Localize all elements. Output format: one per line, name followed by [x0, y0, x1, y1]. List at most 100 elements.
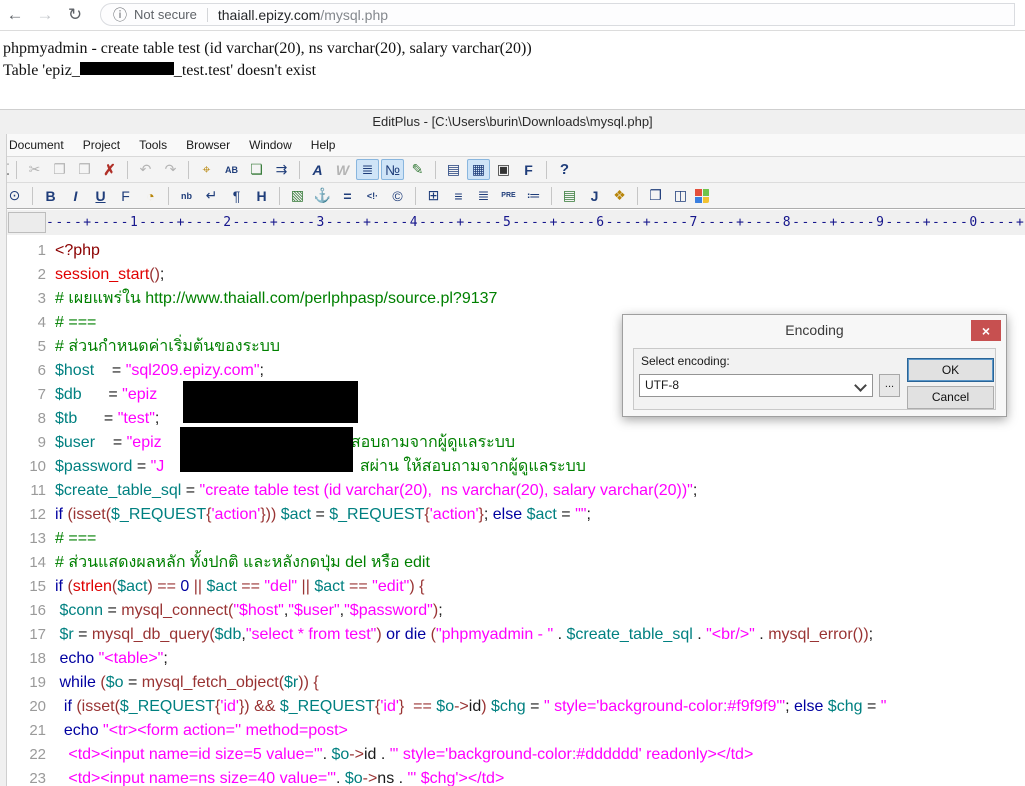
page-line-2: Table 'epiz_ _test.test' doesn't exist	[3, 62, 317, 79]
code-line[interactable]: 19 while ($o = mysql_fetch_object($r)) {	[0, 671, 1025, 695]
code-line[interactable]: 2 session_start();	[0, 263, 1025, 287]
info-icon[interactable]: ⓘ	[113, 5, 127, 25]
word-wrap-icon[interactable]: ≣	[356, 159, 379, 180]
font-tag-icon[interactable]: F	[114, 185, 137, 206]
code-line[interactable]: 17 $r = mysql_db_query($db,"select * fro…	[0, 623, 1025, 647]
object-icon[interactable]: ❖	[608, 185, 631, 206]
menu-browser[interactable]: Browser	[184, 136, 232, 154]
tile-window-icon[interactable]: ◫	[669, 185, 692, 206]
menu-help[interactable]: Help	[309, 136, 338, 154]
cut-icon[interactable]: ✂	[23, 159, 46, 180]
find-icon[interactable]: ⌖	[195, 159, 218, 180]
datetime-icon[interactable]: ◔	[139, 185, 162, 206]
bold-icon[interactable]: B	[39, 185, 62, 206]
line-number-icon[interactable]: №	[381, 159, 404, 180]
reload-icon[interactable]: ↻	[60, 2, 90, 28]
windows-logo-icon[interactable]	[694, 188, 709, 203]
line-break-icon[interactable]: ↵	[200, 185, 223, 206]
comment-icon[interactable]: <!·	[361, 185, 384, 206]
image-icon[interactable]: ▧	[286, 185, 309, 206]
code-line[interactable]: 23 <td><input name=ns size=40 value='". …	[0, 767, 1025, 786]
underline-icon[interactable]: U	[89, 185, 112, 206]
menu-window[interactable]: Window	[247, 136, 294, 154]
code-line[interactable]: 10 $password = "J สผ่าน ให้สอบถามจากผู้ดู…	[0, 455, 1025, 479]
copy-icon[interactable]: ❐	[48, 159, 71, 180]
font-icon[interactable]: A	[306, 159, 329, 180]
new-window-icon[interactable]: ❐	[644, 185, 667, 206]
undo-icon[interactable]: ↶	[134, 159, 157, 180]
chevron-down-icon	[854, 379, 867, 392]
browser-toolbar: ← → ↻ ⓘ Not secure thaiall.epizy.com/mys…	[0, 0, 1025, 31]
toolbar-separator	[546, 160, 547, 179]
line-number: 18	[29, 650, 46, 667]
code-line[interactable]: 21 echo "<tr><form action='' method=post…	[0, 719, 1025, 743]
context-help-icon[interactable]: ?	[553, 159, 576, 180]
line-number: 17	[29, 626, 46, 643]
code-line[interactable]: 9 $user = "epiz ช้ ให้สอบถามจากผู้ดูแลระบ…	[0, 431, 1025, 455]
code-line[interactable]: 12 if (isset($_REQUEST{'action'})) $act =…	[0, 503, 1025, 527]
table-icon[interactable]: ⊞	[422, 185, 445, 206]
find-in-files-icon[interactable]: ❏	[245, 159, 268, 180]
pre-icon[interactable]: PRE	[497, 185, 520, 206]
code-line[interactable]: 13 # ===	[0, 527, 1025, 551]
watch-icon[interactable]: W	[331, 159, 354, 180]
dialog-title: Encoding	[785, 322, 844, 338]
code-line[interactable]: 15 if (strlen($act) == 0 || $act == "del"…	[0, 575, 1025, 599]
redaction-box	[79, 62, 174, 75]
code-line[interactable]: 14 # ส่วนแสดงผลหลัก ทั้งปกติ และหลังกดปุ่…	[0, 551, 1025, 575]
ok-button[interactable]: OK	[907, 358, 994, 382]
code-line[interactable]: 1 <?php	[0, 239, 1025, 263]
line-number: 16	[29, 602, 46, 619]
code-line[interactable]: 11 $create_table_sql = "create table test…	[0, 479, 1025, 503]
align-center-icon[interactable]: ≡	[447, 185, 470, 206]
toolbar-row-1: ❏✂❐❒✗↶↷⌖AB❏⇉AW≣№✎▤▦▣F?	[0, 157, 1025, 183]
paragraph-icon[interactable]: ¶	[225, 185, 248, 206]
line-number: 9	[37, 434, 46, 451]
replace-icon[interactable]: AB	[220, 159, 243, 180]
line-number: 19	[29, 674, 46, 691]
page-line-1: phpmyadmin - create table test (id varch…	[3, 40, 532, 57]
nbsp-icon[interactable]: nb	[175, 185, 198, 206]
close-icon[interactable]: ×	[971, 320, 1001, 341]
code-line[interactable]: 16 $conn = mysql_connect("$host","$user"…	[0, 599, 1025, 623]
menu-document[interactable]: Document	[7, 136, 66, 154]
encoding-dialog: Encoding × Select encoding: UTF-8 ... OK…	[622, 314, 1007, 417]
hr-icon[interactable]: =	[336, 185, 359, 206]
menu-tools[interactable]: Tools	[137, 136, 169, 154]
delete-icon[interactable]: ✗	[98, 159, 121, 180]
encoding-dropdown[interactable]: UTF-8	[639, 374, 873, 397]
code-line[interactable]: 3 # เผยแพร่ใน http://www.thaiall.com/perl…	[0, 287, 1025, 311]
back-icon[interactable]: ←	[0, 2, 30, 28]
url-path: /mysql.php	[320, 6, 389, 23]
form-icon[interactable]: ▤	[558, 185, 581, 206]
function-list-icon[interactable]: F	[517, 159, 540, 180]
toolbar-separator	[299, 160, 300, 179]
code-line[interactable]: 22 <td><input name=id size=5 value='". $…	[0, 743, 1025, 767]
code-line[interactable]: 18 echo "<table>";	[0, 647, 1025, 671]
side-panel-icon[interactable]: ▦	[467, 159, 490, 180]
align-right-icon[interactable]: ≣	[472, 185, 495, 206]
line-number: 7	[37, 386, 46, 403]
cancel-button[interactable]: Cancel	[907, 386, 994, 409]
code-line[interactable]: 20 if (isset($_REQUEST{'id'}) && $_REQUE…	[0, 695, 1025, 719]
line-number: 2	[37, 266, 46, 283]
goto-line-icon[interactable]: ⇉	[270, 159, 293, 180]
italic-icon[interactable]: I	[64, 185, 87, 206]
javascript-icon[interactable]: J	[583, 185, 606, 206]
toolbar-separator	[127, 160, 128, 179]
select-encoding-label: Select encoding:	[641, 354, 730, 368]
editplus-window: EditPlus - [C:\Users\burin\Downloads\mys…	[0, 109, 1025, 786]
list-icon[interactable]: ≔	[522, 185, 545, 206]
menu-project[interactable]: Project	[81, 136, 122, 154]
anchor-icon[interactable]: ⚓	[311, 185, 334, 206]
output-pane-icon[interactable]: ▤	[442, 159, 465, 180]
heading-icon[interactable]: H	[250, 185, 273, 206]
syntax-icon[interactable]: ✎	[406, 159, 429, 180]
redo-icon[interactable]: ↷	[159, 159, 182, 180]
paste-icon[interactable]: ❒	[73, 159, 96, 180]
special-char-icon[interactable]: ©	[386, 185, 409, 206]
forward-icon[interactable]: →	[30, 2, 60, 28]
browse-button[interactable]: ...	[879, 374, 900, 397]
user-tool-icon[interactable]: ▣	[492, 159, 515, 180]
address-bar[interactable]: ⓘ Not secure thaiall.epizy.com/mysql.php	[100, 3, 1015, 26]
